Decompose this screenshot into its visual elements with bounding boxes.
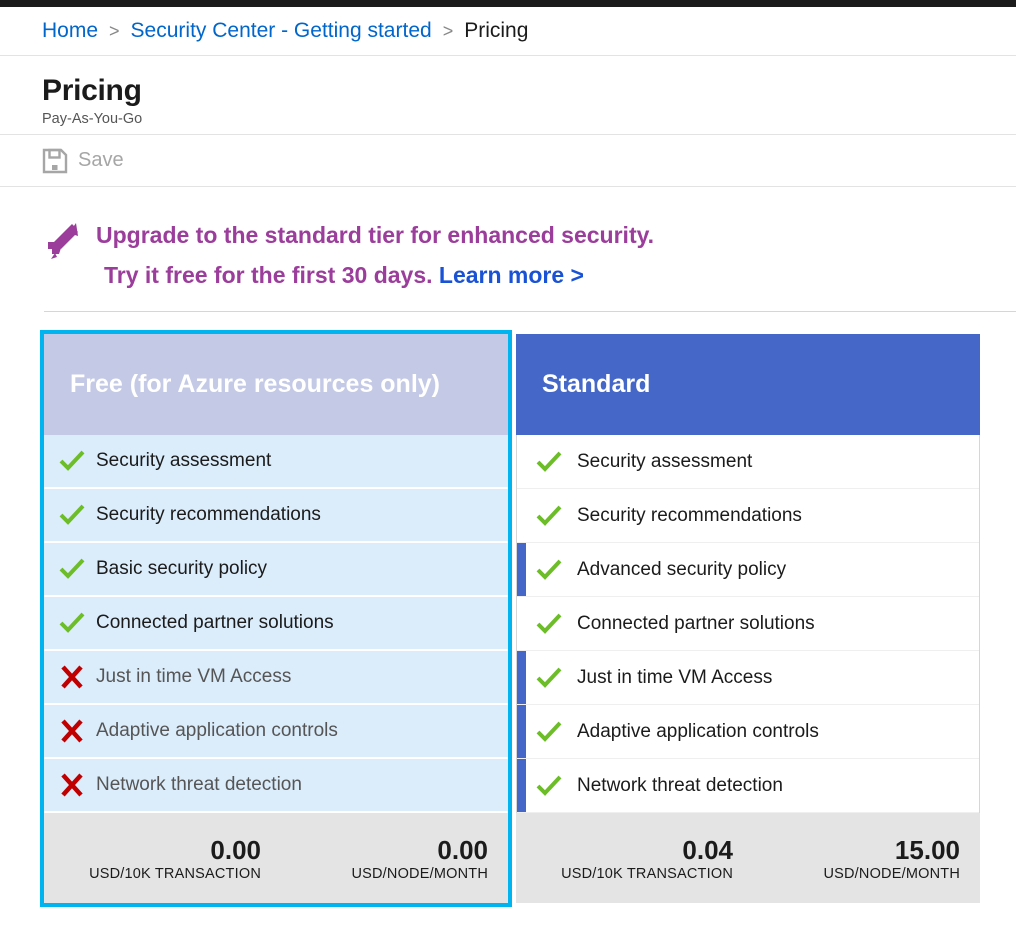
pricing-card-standard-features: Security assessment Security recommendat… xyxy=(516,435,980,813)
exclusive-feature-accent xyxy=(517,543,526,596)
feature-row: Security recommendations xyxy=(517,489,979,543)
chevron-right-icon: > xyxy=(442,20,454,41)
feature-label: Security recommendations xyxy=(96,504,321,525)
pricing-card-free-header: Free (for Azure resources only) xyxy=(44,334,508,435)
feature-row: Adaptive application controls xyxy=(44,705,508,759)
feature-label: Advanced security policy xyxy=(577,558,787,580)
price-unit: USD/NODE/MONTH xyxy=(351,866,488,882)
feature-label: Basic security policy xyxy=(96,558,268,579)
exclusive-feature-accent xyxy=(517,651,526,704)
upgrade-banner-line-2: Try it free for the first 30 days. Learn… xyxy=(96,255,654,295)
feature-row: Adaptive application controls xyxy=(517,705,979,759)
feature-label: Connected partner solutions xyxy=(96,612,334,633)
feature-label: Just in time VM Access xyxy=(577,666,773,688)
check-icon xyxy=(44,556,96,582)
pricing-card-standard-footer: 0.04 USD/10K TRANSACTION 15.00 USD/NODE/… xyxy=(516,813,980,903)
feature-label: Network threat detection xyxy=(577,774,783,796)
feature-label: Adaptive application controls xyxy=(96,720,338,741)
learn-more-link[interactable]: Learn more > xyxy=(439,262,584,288)
upgrade-banner-line-2-text: Try it free for the first 30 days. xyxy=(104,262,433,288)
upgrade-banner: Upgrade to the standard tier for enhance… xyxy=(0,187,1016,295)
feature-row: Just in time VM Access xyxy=(44,651,508,705)
page-subtitle: Pay-As-You-Go xyxy=(42,111,143,127)
pricing-card-standard-header: Standard xyxy=(516,334,980,435)
check-icon xyxy=(517,449,577,475)
page-header: Pricing Pay-As-You-Go xyxy=(0,56,1016,135)
upgrade-banner-line-1: Upgrade to the standard tier for enhance… xyxy=(96,222,655,248)
feature-row: Advanced security policy xyxy=(517,543,979,597)
feature-row: Connected partner solutions xyxy=(44,597,508,651)
check-icon xyxy=(517,611,577,637)
pricing-card-standard[interactable]: Standard Security assessment Security re… xyxy=(516,334,980,903)
check-icon xyxy=(44,448,96,474)
save-button[interactable]: Save xyxy=(42,148,124,174)
pricing-tier-cards: Free (for Azure resources only) Security… xyxy=(0,330,1016,907)
price-block: 15.00 USD/NODE/MONTH xyxy=(743,835,980,882)
breadcrumb: Home > Security Center - Getting started… xyxy=(0,7,1016,56)
price-unit: USD/10K TRANSACTION xyxy=(561,866,733,882)
price-value: 0.00 xyxy=(437,835,488,865)
feature-label: Security assessment xyxy=(96,450,272,471)
feature-label: Security recommendations xyxy=(577,504,802,526)
check-icon xyxy=(517,719,577,745)
feature-label: Security assessment xyxy=(577,450,753,472)
price-block: 0.00 USD/10K TRANSACTION xyxy=(44,835,271,882)
check-icon xyxy=(44,502,96,528)
pricing-card-free-features: Security assessment Security recommendat… xyxy=(44,435,508,813)
upgrade-banner-text: Upgrade to the standard tier for enhance… xyxy=(90,215,654,295)
check-icon xyxy=(44,610,96,636)
check-icon xyxy=(517,773,577,799)
price-block: 0.04 USD/10K TRANSACTION xyxy=(516,835,743,882)
feature-label: Adaptive application controls xyxy=(577,720,819,742)
price-value: 0.00 xyxy=(210,835,261,865)
pricing-card-free-footer: 0.00 USD/10K TRANSACTION 0.00 USD/NODE/M… xyxy=(44,813,508,903)
feature-row: Security assessment xyxy=(44,435,508,489)
check-icon xyxy=(517,665,577,691)
check-icon xyxy=(517,503,577,529)
save-disk-icon xyxy=(42,148,68,174)
feature-row: Network threat detection xyxy=(517,759,979,813)
cross-icon xyxy=(44,718,96,744)
feature-row: Basic security policy xyxy=(44,543,508,597)
feature-row: Just in time VM Access xyxy=(517,651,979,705)
pricing-card-free[interactable]: Free (for Azure resources only) Security… xyxy=(40,330,512,907)
page-title: Pricing xyxy=(42,74,142,107)
rocket-icon xyxy=(42,215,90,266)
section-divider xyxy=(44,311,1016,312)
cross-icon xyxy=(44,772,96,798)
cross-icon xyxy=(44,664,96,690)
feature-label: Just in time VM Access xyxy=(96,666,292,687)
feature-label: Connected partner solutions xyxy=(577,612,815,634)
price-value: 0.04 xyxy=(682,835,733,865)
exclusive-feature-accent xyxy=(517,705,526,758)
feature-row: Security assessment xyxy=(517,435,979,489)
price-value: 15.00 xyxy=(894,835,960,865)
feature-row: Security recommendations xyxy=(44,489,508,543)
command-bar: Save xyxy=(0,135,1016,187)
price-unit: USD/NODE/MONTH xyxy=(823,866,960,882)
feature-label: Network threat detection xyxy=(96,774,302,795)
price-unit: USD/10K TRANSACTION xyxy=(89,866,261,882)
feature-row: Connected partner solutions xyxy=(517,597,979,651)
breadcrumb-item-home[interactable]: Home xyxy=(42,19,98,43)
price-block: 0.00 USD/NODE/MONTH xyxy=(271,835,508,882)
breadcrumb-item-security-center[interactable]: Security Center - Getting started xyxy=(131,19,432,43)
chevron-right-icon: > xyxy=(109,20,120,41)
top-chrome-bar xyxy=(0,0,1016,7)
check-icon xyxy=(517,557,577,583)
feature-row: Network threat detection xyxy=(44,759,508,813)
save-button-label: Save xyxy=(78,149,124,171)
exclusive-feature-accent xyxy=(517,759,526,812)
breadcrumb-item-pricing: Pricing xyxy=(464,19,529,42)
